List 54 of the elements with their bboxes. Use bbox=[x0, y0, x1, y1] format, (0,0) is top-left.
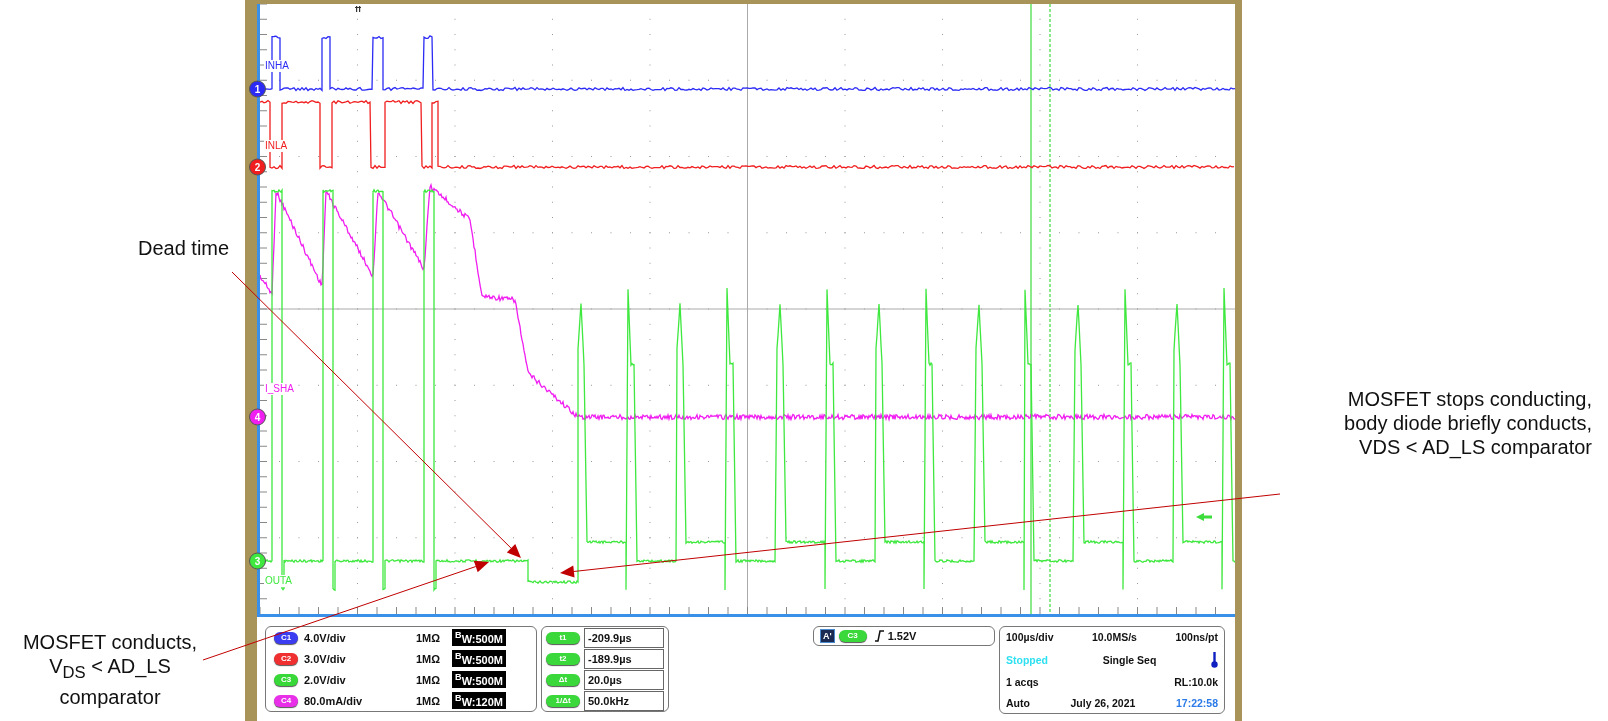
cursor-badge[interactable]: 1/Δt bbox=[546, 694, 580, 707]
channel-marker[interactable]: 1 bbox=[249, 80, 266, 98]
cursor-value: -209.9µs bbox=[584, 627, 664, 648]
channel-badge[interactable]: C4 bbox=[274, 694, 298, 707]
impedance: 1MΩ bbox=[416, 673, 442, 686]
thermometer-icon bbox=[1211, 651, 1218, 668]
bandwidth-limit: $^{B}$W:500M bbox=[452, 671, 506, 688]
annotation-text: MOSFET conducts, V$_{DS}$ < AD_LS comparator bbox=[21, 630, 199, 709]
cursor-value: -189.9µs bbox=[584, 648, 664, 669]
cursor-badge[interactable]: t2 bbox=[546, 652, 580, 665]
vertical-scale: 3.0V/div bbox=[304, 652, 347, 665]
channel-marker[interactable]: 2 bbox=[249, 158, 266, 176]
channel-marker[interactable]: 4 bbox=[249, 408, 266, 426]
impedance: 1MΩ bbox=[416, 694, 442, 707]
annotation-text: Dead time bbox=[138, 236, 230, 260]
time-resolution: 100ns/pt bbox=[1175, 631, 1218, 644]
channel-label: INHA bbox=[264, 60, 290, 72]
bandwidth-limit: $^{B}$W:500M bbox=[452, 650, 506, 667]
cursor-value: 50.0kHz bbox=[584, 690, 664, 711]
channel-badge[interactable]: C1 bbox=[274, 631, 298, 644]
time: 17:22:58 bbox=[1175, 696, 1218, 709]
acquisition-count: 1 acqs bbox=[1006, 676, 1039, 689]
trigger-position-icon bbox=[355, 6, 361, 12]
bandwidth-limit: $^{B}$W:500M bbox=[452, 629, 506, 646]
cursor-line[interactable] bbox=[1049, 4, 1051, 614]
acquisition-mode: Single Seq bbox=[1102, 653, 1157, 666]
vertical-scale: 2.0V/div bbox=[304, 673, 347, 686]
annotation-text: MOSFET stops conducting, body diode briefly conducts, VDS < AD_LS comparator bbox=[1344, 387, 1592, 459]
cursor-value: 20.0µs bbox=[584, 669, 664, 690]
trigger-level: 1.52V bbox=[887, 630, 917, 642]
cursor-badge[interactable]: t1 bbox=[546, 631, 580, 644]
channel-marker[interactable]: 3 bbox=[249, 552, 266, 570]
trigger-source-badge[interactable]: C3 bbox=[838, 630, 867, 642]
channel-badge[interactable]: C2 bbox=[274, 652, 298, 665]
trigger-level-icon bbox=[1196, 513, 1212, 521]
run-state: Stopped bbox=[1006, 653, 1048, 666]
vertical-scale: 80.0mA/div bbox=[304, 694, 364, 707]
trigger-mode: Auto bbox=[1006, 696, 1030, 709]
vertical-scale: 4.0V/div bbox=[304, 631, 347, 644]
trigger-mode-badge: A' bbox=[820, 629, 835, 643]
impedance: 1MΩ bbox=[416, 652, 442, 665]
cursor-line[interactable] bbox=[1030, 4, 1032, 614]
channel-label: I_SHA bbox=[264, 383, 295, 395]
record-length: RL:10.0k bbox=[1174, 676, 1218, 689]
sample-rate: 10.0MS/s bbox=[1091, 631, 1137, 644]
channel-badge[interactable]: C3 bbox=[274, 673, 298, 686]
date: July 26, 2021 bbox=[1070, 696, 1136, 709]
impedance: 1MΩ bbox=[416, 631, 442, 644]
time-scale: 100µs/div bbox=[1006, 631, 1054, 644]
channel-label: OUTA bbox=[264, 575, 294, 587]
cursor-badge[interactable]: Δt bbox=[546, 673, 580, 686]
channel-label: INLA bbox=[264, 140, 289, 152]
rising-edge-icon bbox=[874, 630, 884, 642]
bandwidth-limit: $^{B}$W:120M bbox=[452, 692, 506, 709]
